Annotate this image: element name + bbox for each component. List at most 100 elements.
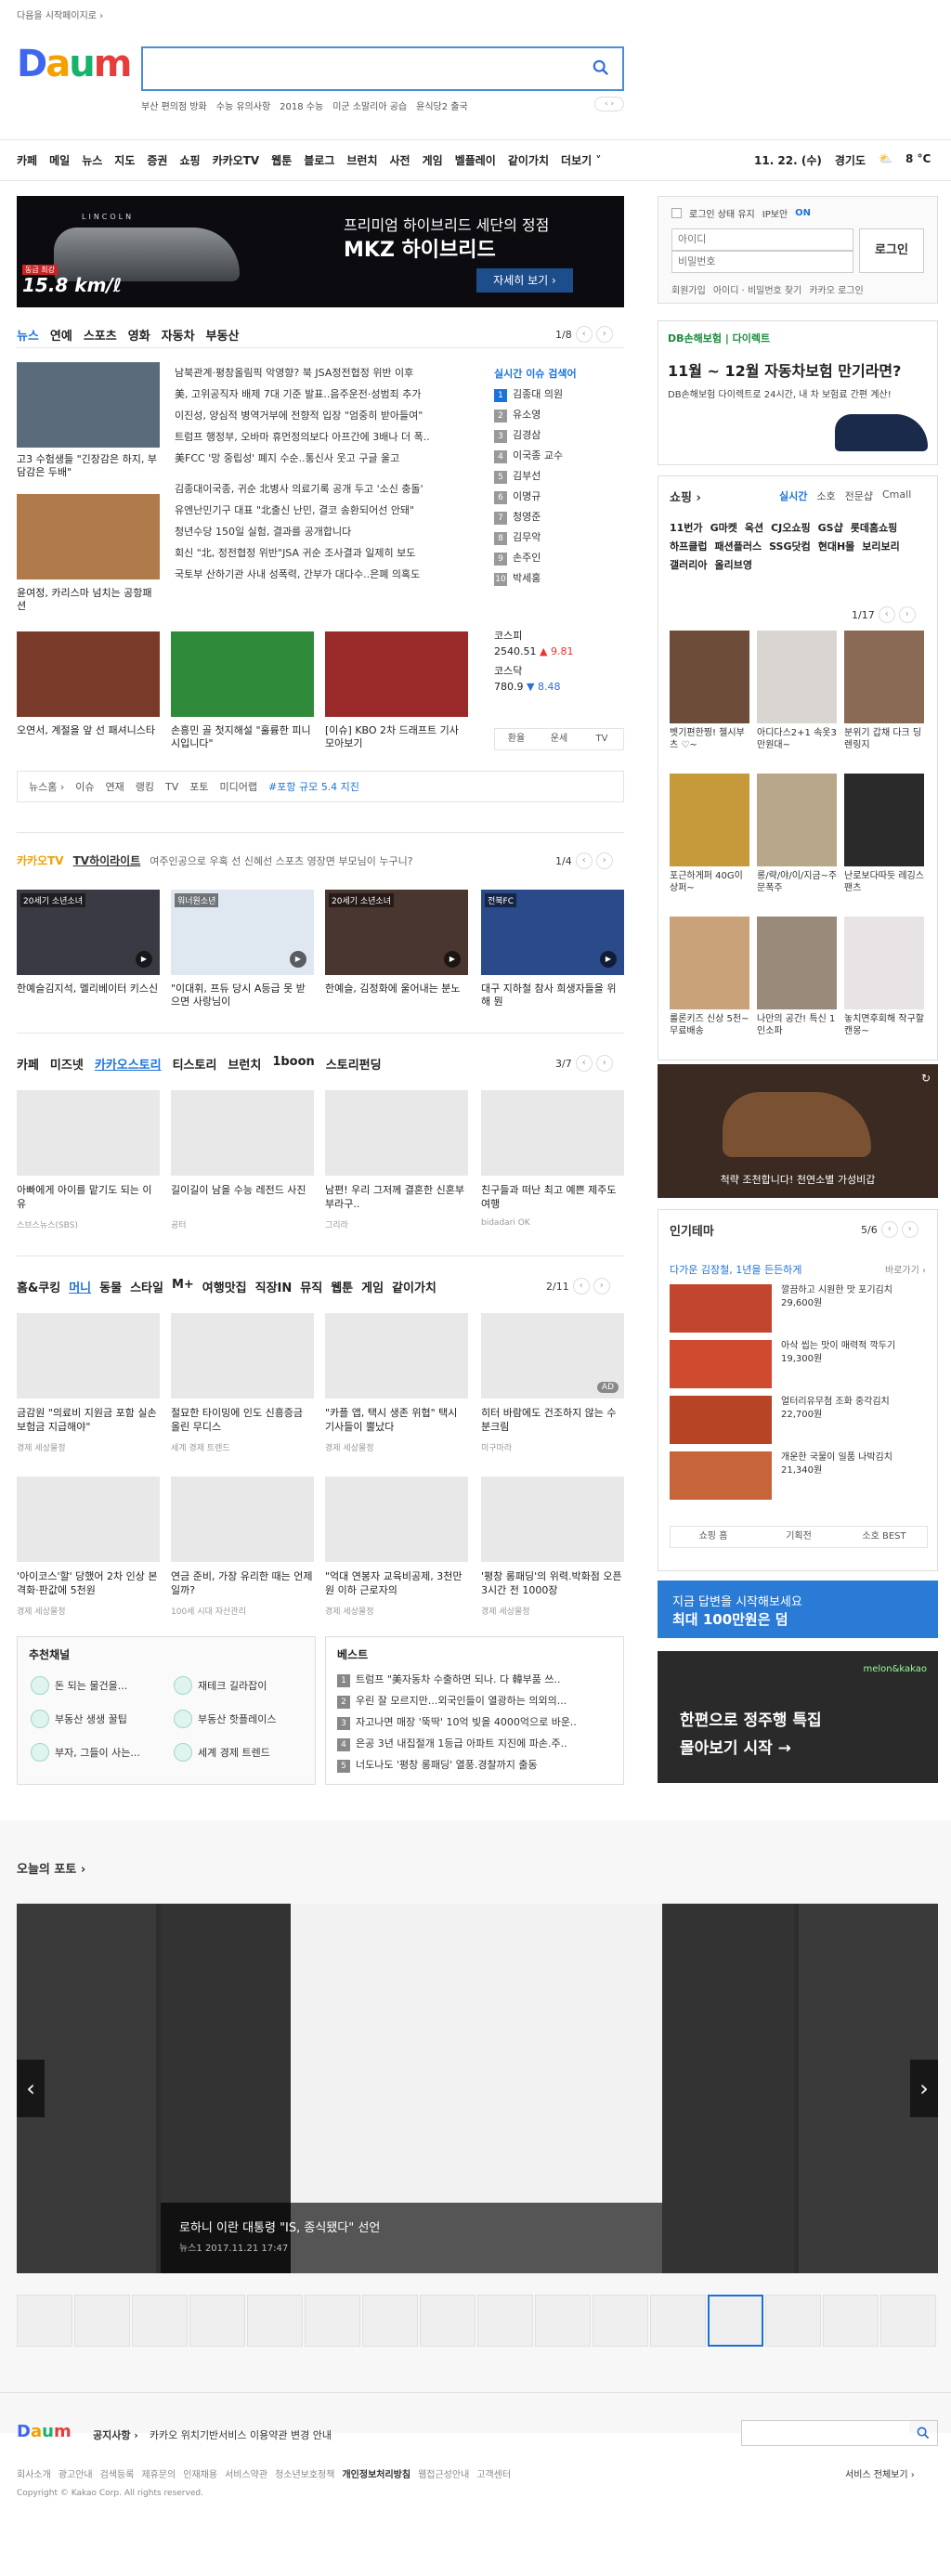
money-thumb[interactable]: [171, 1313, 314, 1399]
tab-style[interactable]: 스타일: [130, 1278, 163, 1295]
news-thumb[interactable]: [17, 362, 160, 448]
prev-arrow-icon[interactable]: ‹: [878, 606, 895, 623]
tab-car[interactable]: 자동차: [162, 326, 195, 344]
nav-dictionary[interactable]: 사전: [390, 152, 410, 168]
money-source[interactable]: 미구마라: [481, 1441, 512, 1453]
set-startpage-link[interactable]: 다음을 시작페이지로 ›: [17, 7, 103, 21]
news-headline[interactable]: 남북관계·평창올림픽 악영향? 북 JSA정전협정 위반 이후: [175, 362, 485, 384]
search-input[interactable]: [143, 48, 552, 89]
video-thumb[interactable]: 워너원소년 ▶: [171, 890, 314, 975]
prev-arrow-icon[interactable]: ‹: [572, 1278, 590, 1295]
tab-movie[interactable]: 영화: [128, 326, 150, 344]
photo-strip-thumb[interactable]: [535, 2295, 591, 2347]
tab-miznet[interactable]: 미즈넷: [50, 1055, 84, 1073]
prev-arrow-icon[interactable]: ‹: [17, 2060, 45, 2117]
notice-label[interactable]: 공지사항 ›: [93, 2427, 138, 2442]
news-headline[interactable]: 김종대이국종, 귀순 北병사 의료기록 공개 두고 '소신 충돌': [175, 478, 485, 500]
nav-mail[interactable]: 메일: [49, 152, 70, 168]
shop-brand[interactable]: GS샵: [818, 519, 843, 538]
channel-item[interactable]: 세계 경제 트렌드: [174, 1743, 270, 1762]
shop-item[interactable]: 아디다스2+1 속옷3만원대~: [757, 631, 839, 751]
nav-game[interactable]: 게임: [423, 152, 443, 168]
channel-item[interactable]: 부자, 그들이 사는...: [31, 1743, 140, 1762]
best-item[interactable]: 2 우린 잘 모르지만...외국인들이 열광하는 의외의...: [337, 1690, 616, 1711]
news-thumb-caption[interactable]: 윤여정, 카리스마 넘치는 공항패션: [17, 587, 160, 613]
news-thumb-caption[interactable]: 고3 수험생들 "긴장감은 하지, 부담감은 두배": [17, 453, 160, 479]
video-thumb[interactable]: 20세기 소년소녀 ▶: [17, 890, 160, 975]
tab-realtime[interactable]: 실시간: [779, 488, 807, 503]
news-thumb[interactable]: [17, 631, 160, 717]
news-headline[interactable]: 회신 "北, 정전협정 위반"JSA 귀순 조사결과 일제히 보도: [175, 542, 485, 564]
prev-arrow-icon[interactable]: ‹: [880, 1221, 898, 1238]
next-arrow-icon[interactable]: ›: [593, 1278, 610, 1295]
tab-fortune[interactable]: 운세: [538, 729, 580, 749]
best-item[interactable]: 1 트럼프 "美자동차 수출하면 되나. 다 韓부품 쓰..: [337, 1669, 616, 1690]
money-caption[interactable]: '평창 롱패딩'의 위력.박화점 오픈 3시간 전 1000장: [481, 1569, 624, 1597]
money-thumb[interactable]: [17, 1313, 160, 1399]
theme-more-link[interactable]: 바로가기 ›: [885, 1262, 926, 1276]
story-thumb[interactable]: [17, 1090, 160, 1176]
tab-realestate[interactable]: 부동산: [206, 326, 240, 344]
tab-work[interactable]: 직장IN: [255, 1278, 293, 1295]
tab-soho-best[interactable]: 소호 BEST: [841, 1527, 927, 1547]
money-thumb[interactable]: [325, 1313, 468, 1399]
news-hashtag-link[interactable]: #포항 규모 5.4 지진: [268, 779, 359, 794]
prev-arrow-icon[interactable]: ‹: [575, 326, 593, 343]
tv-highlight-tab[interactable]: TV하이라이트: [73, 852, 141, 868]
money-source[interactable]: 경제 세상물정: [325, 1605, 374, 1617]
best-item[interactable]: 4 은공 3년 내집절개 1등급 아파트 지진에 파손.주..: [337, 1733, 616, 1754]
tab-tistory[interactable]: 티스토리: [173, 1055, 217, 1073]
trending-keyword[interactable]: 미군 소말리아 공습: [332, 98, 407, 112]
theme-item[interactable]: 개운한 국물이 일품 나박김치 21,340원: [670, 1451, 892, 1500]
trending-keyword[interactable]: 수능 유의사항: [216, 98, 270, 112]
tab-1boon[interactable]: 1boon: [272, 1055, 314, 1073]
tab-mplus[interactable]: M+: [172, 1278, 194, 1295]
footer-search-input[interactable]: [742, 2421, 909, 2445]
photo-strip-thumb[interactable]: [477, 2295, 533, 2347]
story-source[interactable]: bidadari OK: [481, 1218, 530, 1228]
photo-caption[interactable]: 로하니 이란 대통령 "IS, 종식됐다" 선언: [179, 2218, 380, 2235]
footer-link[interactable]: 웹접근성안내: [418, 2466, 469, 2480]
money-caption[interactable]: 금감원 "의료비 지원금 포함 실손보험금 지급해야": [17, 1406, 160, 1434]
tab-specialty[interactable]: 전문샵: [845, 488, 873, 503]
photo-strip-thumb-selected[interactable]: [708, 2295, 763, 2347]
photo-slide[interactable]: [662, 1904, 794, 2273]
shop-item[interactable]: 나만의 공간! 특신 1인소파: [757, 917, 839, 1037]
shop-item[interactable]: 포근하게퍼 40G이상퍼~: [670, 774, 751, 894]
money-caption[interactable]: 절묘한 타이밍에 인도 신흥증금 올린 무디스: [171, 1406, 314, 1434]
news-headline[interactable]: 청년수당 150일 실험, 결과를 공개합니다: [175, 521, 485, 542]
tab-money[interactable]: 머니: [69, 1278, 91, 1295]
footer-link[interactable]: 검색등록: [100, 2466, 135, 2480]
money-source[interactable]: 경제 세상물정: [481, 1605, 530, 1617]
story-thumb[interactable]: [481, 1090, 624, 1176]
news-thumb[interactable]: [171, 631, 314, 717]
photo-strip-thumb[interactable]: [420, 2295, 476, 2347]
nav-brunch[interactable]: 브런치: [346, 152, 377, 168]
nav-cafe[interactable]: 카페: [17, 152, 37, 168]
next-arrow-icon[interactable]: ›: [595, 326, 613, 343]
tab-music[interactable]: 뮤직: [300, 1278, 322, 1295]
nav-map[interactable]: 지도: [114, 152, 135, 168]
rank-item[interactable]: 10 박세홍: [494, 568, 624, 589]
tab-kakaostory[interactable]: 카카오스토리: [95, 1055, 162, 1073]
next-arrow-icon[interactable]: ›: [595, 852, 613, 869]
photo-strip-thumb[interactable]: [305, 2295, 360, 2347]
video-caption[interactable]: 한예슬김지석, 멜리베이터 키스신: [17, 982, 160, 995]
footer-link[interactable]: 제휴문의: [141, 2466, 176, 2480]
shop-item[interactable]: 난로보다따듯 레깅스팬츠: [844, 774, 926, 894]
tab-travel[interactable]: 여행맛집: [202, 1278, 247, 1295]
nav-webtoon[interactable]: 웹툰: [271, 152, 292, 168]
money-caption[interactable]: '아이코스'할' 당했어 2차 인상 본격화·판값에 5천원: [17, 1569, 160, 1597]
video-caption[interactable]: "이대휘, 프듀 당시 A등급 못 받으면 사랑님이: [171, 982, 314, 1008]
melon-banner[interactable]: melon&kakao 한편으로 정주행 특집 몰아보기 시작 →: [658, 1651, 938, 1783]
video-thumb[interactable]: 전북FC ▶: [481, 890, 624, 975]
shop-brand[interactable]: G마켓: [710, 519, 737, 538]
tab-tv[interactable]: TV: [580, 729, 623, 749]
tab-together[interactable]: 같이가치: [392, 1278, 436, 1295]
nav-together[interactable]: 같이가치: [508, 152, 549, 168]
theme-item[interactable]: 깔끔하고 시원한 맛 포기김치 29,600원: [670, 1284, 892, 1333]
story-source[interactable]: 공터: [171, 1218, 187, 1230]
best-item[interactable]: 5 너도나도 '평창 롱패딩' 열풍.경찰까지 출동: [337, 1754, 616, 1776]
story-caption[interactable]: 남편! 우리 그저께 결혼한 신혼부부라구..: [325, 1183, 468, 1211]
photo-strip-thumb[interactable]: [17, 2295, 72, 2347]
